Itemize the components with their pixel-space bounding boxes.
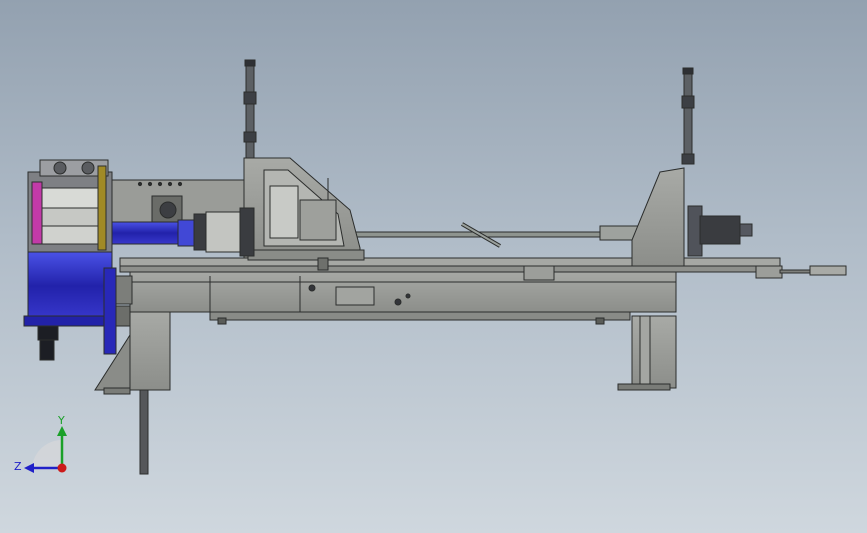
left-guide-post bbox=[243, 59, 257, 161]
bending-carriage bbox=[243, 157, 365, 271]
coordinate-triad: Y Z bbox=[14, 414, 67, 473]
machine-drawing: Y Z bbox=[14, 59, 847, 475]
magenta-spacer bbox=[31, 181, 43, 245]
cad-viewport[interactable]: Y Z bbox=[0, 0, 867, 533]
axis-label-z: Z bbox=[14, 460, 22, 473]
tail-stand bbox=[631, 167, 753, 267]
triad-origin-x-icon bbox=[57, 463, 67, 473]
main-bed bbox=[129, 269, 677, 325]
right-guide-post bbox=[681, 67, 695, 165]
gearbox-housing bbox=[23, 251, 133, 361]
axis-label-y: Y bbox=[57, 414, 65, 427]
right-support-leg bbox=[617, 315, 677, 391]
die-post bbox=[97, 165, 107, 251]
bed-access-panel bbox=[335, 286, 375, 306]
